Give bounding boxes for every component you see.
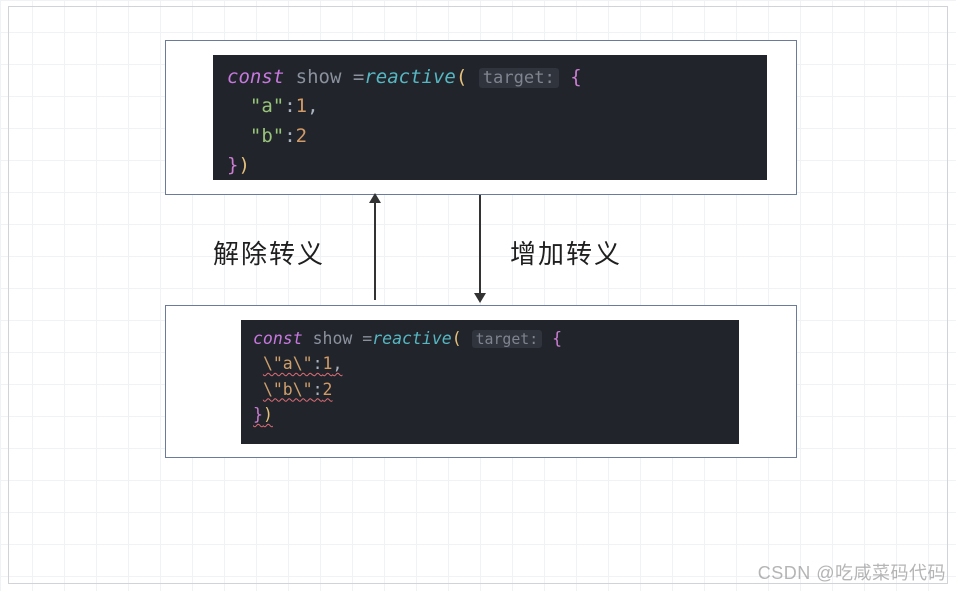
variable: show: [313, 329, 353, 348]
fn-name: reactive: [364, 66, 456, 88]
label-escape: 增加转义: [510, 234, 622, 271]
obj-val-b: 2: [323, 380, 333, 399]
arrow-unescape-head: [369, 193, 381, 203]
arrow-escape-head: [474, 293, 486, 303]
brace-close: }: [227, 154, 238, 176]
paren-open: (: [456, 66, 467, 88]
comma: ,: [307, 95, 318, 117]
brace-open: {: [570, 66, 581, 88]
param-hint: target:: [472, 330, 543, 348]
watermark: CSDN @吃咸菜码代码: [758, 559, 946, 585]
obj-key-a: \"a\": [263, 354, 313, 373]
code-box-bottom: const show =reactive( target: { \"a\":1,…: [165, 305, 797, 458]
diagram-frame: const show =reactive( target: { "a":1, "…: [8, 6, 948, 584]
variable: show: [296, 66, 342, 88]
op-eq: =: [341, 66, 364, 88]
code-editor-bottom: const show =reactive( target: { \"a\":1,…: [241, 320, 739, 444]
colon: :: [284, 125, 295, 147]
obj-val-a: 1: [296, 95, 307, 117]
obj-val-b: 2: [296, 125, 307, 147]
brace-close: }: [253, 405, 263, 424]
code-editor-top: const show =reactive( target: { "a":1, "…: [213, 55, 767, 180]
obj-val-a: 1: [323, 354, 333, 373]
colon: :: [313, 354, 323, 373]
comma: ,: [332, 354, 342, 373]
colon: :: [284, 95, 295, 117]
colon: :: [313, 380, 323, 399]
arrow-escape-line: [479, 195, 481, 294]
op-eq: =: [352, 329, 372, 348]
paren-close: ): [263, 405, 273, 424]
brace-open: {: [552, 329, 562, 348]
obj-key-a: "a": [250, 95, 284, 117]
keyword: const: [227, 66, 284, 88]
label-unescape: 解除转义: [213, 234, 325, 271]
arrow-unescape-line: [374, 202, 376, 300]
code-box-top: const show =reactive( target: { "a":1, "…: [165, 40, 797, 195]
obj-key-b: "b": [250, 125, 284, 147]
obj-key-b: \"b\": [263, 380, 313, 399]
paren-close: ): [238, 154, 249, 176]
param-hint: target:: [479, 68, 559, 88]
paren-open: (: [452, 329, 462, 348]
keyword: const: [253, 329, 303, 348]
fn-name: reactive: [372, 329, 451, 348]
